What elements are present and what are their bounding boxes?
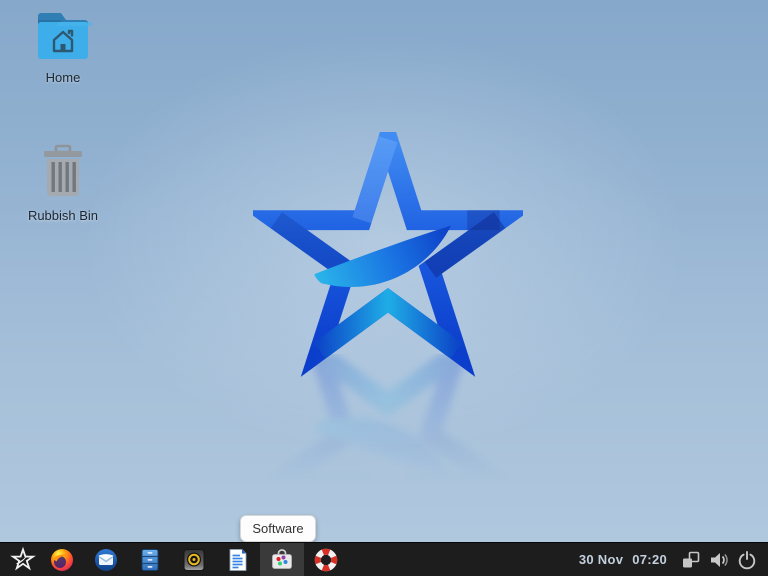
workspaces-indicator[interactable] (677, 543, 705, 576)
text-document-icon (229, 548, 247, 571)
home-folder-icon (38, 13, 92, 59)
software-tooltip: Software (240, 515, 316, 542)
power-icon (738, 550, 756, 569)
taskbar-status-area: 30 Nov 07:20 (579, 543, 768, 576)
firefox-launcher[interactable] (40, 543, 84, 576)
clock-time: 07:20 (632, 552, 667, 567)
distro-star-logo (253, 132, 523, 384)
clock[interactable]: 30 Nov 07:20 (579, 552, 667, 567)
desktop-icon-rubbish-bin[interactable]: Rubbish Bin (15, 144, 111, 223)
software-briefcase-icon (272, 548, 292, 569)
firefox-icon (51, 548, 73, 571)
desktop-icon-label: Home (45, 70, 81, 85)
tooltip-label: Software (252, 521, 304, 536)
lifebuoy-icon (314, 548, 338, 571)
disk-drive-icon (183, 548, 205, 571)
file-cabinet-icon (141, 548, 159, 571)
volume-button[interactable] (705, 543, 733, 576)
file-manager-launcher[interactable] (128, 543, 172, 576)
writer-launcher[interactable] (216, 543, 260, 576)
thunderbird-launcher[interactable] (84, 543, 128, 576)
taskbar-launchers (0, 543, 348, 576)
clock-date: 30 Nov (578, 552, 624, 567)
app-menu-button[interactable] (6, 543, 40, 576)
desktop-icon-home[interactable]: Home (15, 8, 111, 85)
taskbar: 30 Nov 07:20 (0, 542, 768, 576)
disks-launcher[interactable] (172, 543, 216, 576)
power-button[interactable] (733, 543, 761, 576)
star-menu-icon (10, 546, 36, 571)
workspaces-icon (683, 551, 700, 567)
software-launcher[interactable] (260, 543, 304, 576)
thunderbird-icon (95, 548, 117, 571)
speaker-icon (711, 552, 728, 567)
desktop-icon-label: Rubbish Bin (27, 208, 99, 223)
rubbish-bin-icon (44, 144, 82, 196)
help-launcher[interactable] (304, 543, 348, 576)
